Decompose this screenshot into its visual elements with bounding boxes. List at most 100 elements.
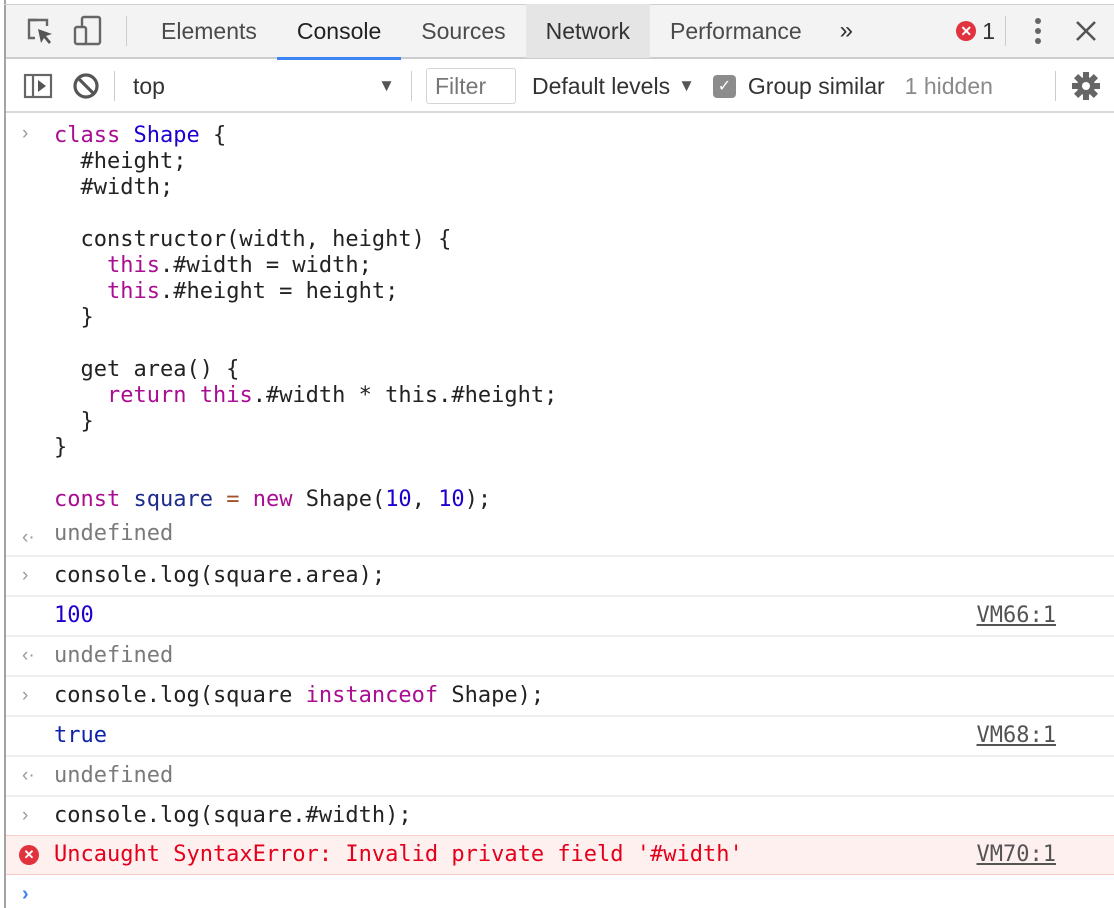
close-devtools-button[interactable] bbox=[1062, 4, 1110, 58]
input-chevron-icon: › bbox=[22, 123, 29, 144]
error-text: Uncaught SyntaxError: Invalid private fi… bbox=[54, 842, 743, 867]
code-token: this bbox=[199, 383, 253, 408]
console-input-message: › console.log(square.#width); bbox=[6, 797, 1114, 835]
hidden-messages-count: 1 hidden bbox=[904, 72, 993, 99]
inspect-element-icon bbox=[27, 18, 52, 44]
toggle-sidebar-button[interactable] bbox=[14, 59, 62, 113]
input-code: console.log(square instanceof Shape); bbox=[54, 677, 1114, 715]
tab-sources[interactable]: Sources bbox=[401, 4, 525, 58]
code-token: .#height = height; bbox=[159, 279, 399, 304]
code-token: this bbox=[106, 279, 160, 304]
input-chevron-icon: › bbox=[22, 685, 29, 706]
tab-elements[interactable]: Elements bbox=[141, 4, 277, 58]
console-input-message: › console.log(square.area); bbox=[6, 557, 1114, 597]
device-toolbar-icon bbox=[73, 15, 102, 46]
input-chevron-icon: › bbox=[22, 565, 29, 586]
code-line: #height; bbox=[54, 149, 187, 174]
inspect-element-button[interactable] bbox=[16, 4, 64, 58]
source-link[interactable]: VM68:1 bbox=[977, 723, 1056, 749]
code-token: 10 bbox=[385, 487, 412, 512]
log-value: true bbox=[54, 723, 107, 748]
code-token: Shape); bbox=[438, 683, 545, 708]
code-token: .#width = width; bbox=[159, 253, 372, 278]
error-icon: ✕ bbox=[956, 21, 977, 41]
context-value: top bbox=[133, 72, 165, 99]
dropdown-caret-icon: ▼ bbox=[378, 76, 395, 95]
log-levels-label: Default levels bbox=[532, 72, 671, 99]
close-icon bbox=[1076, 21, 1096, 41]
tab-network[interactable]: Network bbox=[525, 4, 650, 58]
log-value: 100 bbox=[54, 603, 94, 628]
input-code: console.log(square.#width); bbox=[54, 803, 412, 828]
tab-console[interactable]: Console bbox=[276, 4, 402, 60]
code-token: new bbox=[252, 487, 293, 512]
code-line: constructor(width, height) { bbox=[54, 227, 452, 252]
error-icon: ✕ bbox=[19, 845, 39, 865]
console-log-message: 100 VM66:1 bbox=[6, 597, 1114, 637]
group-similar-label: Group similar bbox=[747, 72, 885, 99]
code-line: #width; bbox=[54, 175, 174, 200]
filter-input[interactable] bbox=[426, 68, 516, 104]
code-token: .#width * this.#height; bbox=[252, 383, 558, 408]
code-token: square bbox=[133, 487, 213, 512]
kebab-menu-icon bbox=[1035, 18, 1041, 44]
clear-console-button[interactable] bbox=[62, 59, 110, 113]
source-link[interactable]: VM70:1 bbox=[977, 842, 1056, 868]
devtools-tabbar: Elements Console Sources Network Perform… bbox=[6, 4, 1114, 60]
input-code: console.log(square.area); bbox=[54, 563, 386, 588]
divider bbox=[1055, 71, 1056, 101]
divider bbox=[411, 71, 412, 101]
code-token: ); bbox=[464, 487, 492, 512]
divider bbox=[126, 16, 127, 46]
code-line: } bbox=[54, 409, 94, 434]
divider bbox=[1005, 16, 1006, 46]
code-token: this bbox=[106, 253, 160, 278]
result-value: undefined bbox=[54, 643, 174, 668]
input-chevron-icon: › bbox=[22, 805, 29, 826]
console-messages: › class Shape { #height; #width; constru… bbox=[6, 115, 1114, 908]
dropdown-caret-icon: ▼ bbox=[678, 76, 695, 95]
code-line: } bbox=[54, 435, 68, 460]
code-line: } bbox=[54, 305, 94, 330]
checkbox-checked-icon: ✓ bbox=[712, 74, 736, 98]
code-token: = bbox=[226, 487, 240, 512]
result-arrow-icon: ‹· bbox=[22, 765, 35, 786]
device-toolbar-button[interactable] bbox=[64, 4, 112, 58]
gear-icon bbox=[1072, 72, 1100, 100]
result-arrow-icon: ‹· bbox=[22, 527, 35, 548]
code-token: Shape( bbox=[292, 487, 386, 512]
console-log-message: true VM68:1 bbox=[6, 717, 1114, 757]
console-input-message: › console.log(square instanceof Shape); bbox=[6, 677, 1114, 717]
source-link[interactable]: VM66:1 bbox=[977, 603, 1056, 629]
group-similar-checkbox[interactable]: ✓ Group similar bbox=[712, 72, 885, 100]
code-line: get area() { bbox=[54, 357, 240, 382]
code-token: const bbox=[54, 487, 121, 512]
log-levels-dropdown[interactable]: Default levels ▼ bbox=[532, 73, 695, 100]
code-token: Shape bbox=[133, 123, 200, 148]
console-error-message: ✕ Uncaught SyntaxError: Invalid private … bbox=[6, 835, 1114, 875]
console-result-message: ‹· undefined bbox=[6, 519, 1114, 557]
console-settings-button[interactable] bbox=[1062, 59, 1110, 113]
console-prompt[interactable]: › bbox=[6, 875, 1114, 908]
customize-menu-button[interactable] bbox=[1014, 4, 1062, 58]
result-arrow-icon: ‹· bbox=[22, 645, 35, 666]
code-token: instanceof bbox=[305, 683, 439, 708]
console-input-message: › class Shape { #height; #width; constru… bbox=[6, 115, 1114, 519]
chevron-double-right-icon: » bbox=[839, 17, 854, 44]
tab-performance[interactable]: Performance bbox=[650, 4, 822, 58]
clear-console-icon bbox=[73, 73, 99, 99]
console-toolbar: top ▼ Default levels ▼ ✓ Group similar 1… bbox=[6, 61, 1114, 113]
code-token: { bbox=[199, 123, 227, 148]
code-token: console.log(square bbox=[54, 683, 306, 708]
code-token: return bbox=[106, 383, 187, 408]
prompt-chevron-icon: › bbox=[22, 883, 29, 905]
code-token: class bbox=[54, 123, 121, 148]
console-result-message: ‹· undefined bbox=[6, 637, 1114, 677]
divider bbox=[114, 71, 115, 101]
code-token: , bbox=[411, 487, 439, 512]
more-tabs-button[interactable]: » bbox=[822, 17, 871, 45]
error-count-badge[interactable]: ✕ 1 bbox=[956, 18, 1005, 45]
context-selector[interactable]: top ▼ bbox=[131, 66, 401, 106]
error-count: 1 bbox=[982, 17, 995, 44]
sidebar-toggle-icon bbox=[23, 73, 53, 99]
